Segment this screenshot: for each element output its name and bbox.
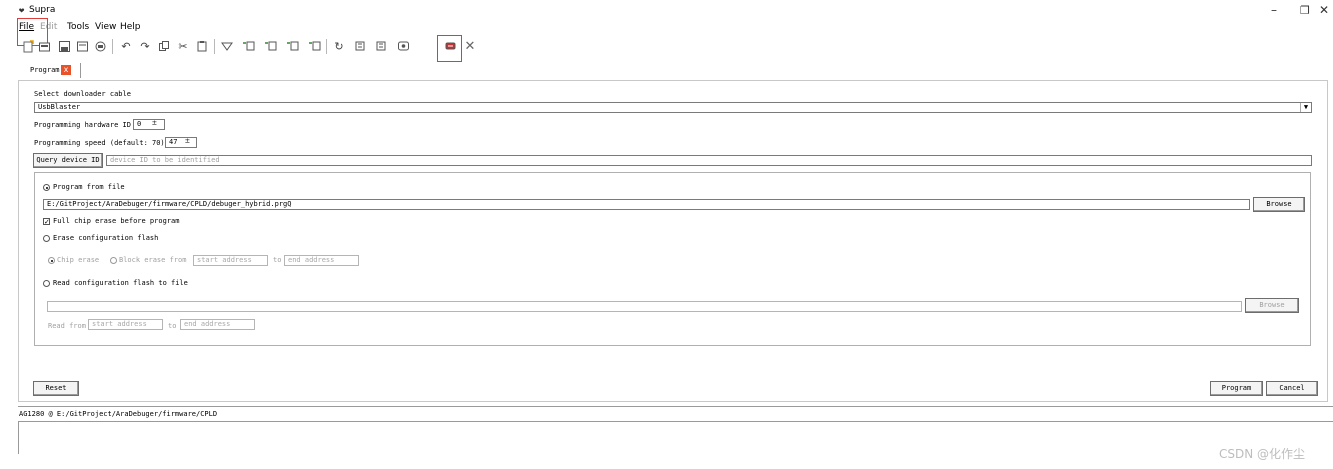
read-flash-path-input[interactable] <box>47 301 1242 312</box>
browse-program-file-button[interactable]: Browse <box>1253 197 1305 212</box>
chip-erase-radio[interactable] <box>48 257 55 264</box>
read-end-address-input[interactable]: end address <box>180 319 255 330</box>
program-from-file-radio[interactable] <box>43 184 50 191</box>
device-id-field[interactable]: device ID to be identified <box>106 155 1312 166</box>
watermark: CSDN @化作尘 <box>1219 447 1306 461</box>
menu-help[interactable]: Help <box>120 22 141 32</box>
erase-end-address-input[interactable]: end address <box>284 255 359 266</box>
window-title: Supra <box>29 5 56 15</box>
hardware-id-value: 0 <box>137 120 142 128</box>
app-logo-icon: ❤ <box>19 6 25 16</box>
read-start-address-input[interactable]: start address <box>88 319 163 330</box>
compile-icon[interactable] <box>219 38 235 54</box>
speed-input[interactable]: 47 <box>165 137 197 148</box>
cable-select[interactable]: UsbBlaster <box>34 102 1312 113</box>
toolbar-separator <box>326 39 327 54</box>
read-end-placeholder: end address <box>184 320 231 328</box>
status-divider <box>18 406 1333 407</box>
block-erase-radio[interactable] <box>110 257 117 264</box>
speed-value: 47 <box>169 138 178 146</box>
program-button[interactable]: Program <box>1210 381 1263 396</box>
toolbar-separator <box>214 39 215 54</box>
close-window-button[interactable]: ✕ <box>1319 3 1329 17</box>
chevron-down-icon[interactable]: ▼ <box>1300 103 1311 112</box>
title-bar <box>0 0 1333 20</box>
erase-start-placeholder: start address <box>197 256 252 264</box>
read-start-placeholder: start address <box>92 320 147 328</box>
build-step-4-icon[interactable] <box>306 38 322 54</box>
minimize-button[interactable]: – <box>1271 3 1277 17</box>
paste-icon[interactable] <box>194 38 210 54</box>
build-step-3-icon[interactable] <box>284 38 300 54</box>
cable-label: Select downloader cable <box>34 90 131 98</box>
refresh-icon[interactable]: ↻ <box>331 38 347 54</box>
full-erase-checkbox[interactable]: ✓ <box>43 218 50 226</box>
device-id-placeholder: device ID to be identified <box>110 156 220 164</box>
report-icon[interactable] <box>395 38 411 54</box>
cut-icon[interactable]: ✂ <box>175 38 191 54</box>
cable-select-value: UsbBlaster <box>38 103 81 111</box>
cancel-button[interactable]: Cancel <box>1266 381 1318 396</box>
tab-program-label: Program <box>30 66 60 74</box>
browse-read-file-button[interactable]: Browse <box>1245 298 1299 313</box>
new-file-icon[interactable] <box>20 38 36 54</box>
menu-view[interactable]: View <box>95 22 116 32</box>
build-step-1-icon[interactable] <box>240 38 256 54</box>
erase-start-address-input[interactable]: start address <box>193 255 268 266</box>
erase-flash-radio[interactable] <box>43 235 50 242</box>
build-step-2-icon[interactable] <box>262 38 278 54</box>
erase-flash-label: Erase configuration flash <box>53 234 159 242</box>
open-icon[interactable] <box>36 38 52 54</box>
hardware-id-stepper-icon[interactable]: ± <box>152 118 157 127</box>
copy-icon[interactable] <box>156 38 172 54</box>
speed-label: Programming speed (default: 70) <box>34 139 165 147</box>
read-from-label: Read from <box>48 322 86 330</box>
query-device-button[interactable]: Query device ID <box>33 153 103 168</box>
chip-erase-label: Chip erase <box>57 256 100 264</box>
redo-icon[interactable]: ↷ <box>137 38 153 54</box>
program-file-path-input[interactable]: E:/GitProject/AraDebuger/firmware/CPLD/d… <box>43 199 1250 210</box>
full-erase-label: Full chip erase before program <box>53 217 180 225</box>
undo-icon[interactable]: ↶ <box>118 38 134 54</box>
erase-to-label: to <box>273 256 282 264</box>
program-from-file-label: Program from file <box>53 183 125 191</box>
save-as-icon[interactable] <box>74 38 90 54</box>
tab-close-icon[interactable]: x <box>61 65 71 75</box>
program-file-path-value: E:/GitProject/AraDebuger/firmware/CPLD/d… <box>47 200 292 208</box>
tab-divider <box>80 63 81 78</box>
stop-icon[interactable]: ✕ <box>462 38 478 54</box>
hardware-id-label: Programming hardware ID <box>34 121 131 129</box>
speed-stepper-icon[interactable]: ± <box>185 136 190 145</box>
chip-icon[interactable] <box>352 38 368 54</box>
erase-end-placeholder: end address <box>288 256 335 264</box>
hardware-id-input[interactable]: 0 <box>133 119 165 130</box>
read-flash-radio[interactable] <box>43 280 50 287</box>
menu-tools[interactable]: Tools <box>67 22 89 32</box>
print-icon[interactable] <box>92 38 108 54</box>
log-output-area[interactable] <box>18 421 1333 454</box>
toolbar-separator <box>112 39 113 54</box>
reset-button[interactable]: Reset <box>33 381 79 396</box>
menu-bar <box>0 20 1333 35</box>
maximize-button[interactable]: ❐ <box>1300 4 1310 17</box>
read-flash-label: Read configuration flash to file <box>53 279 188 287</box>
read-to-label: to <box>168 322 177 330</box>
save-icon[interactable] <box>56 38 72 54</box>
block-erase-label: Block erase from <box>119 256 187 264</box>
status-text: AG1280 @ E:/GitProject/AraDebuger/firmwa… <box>19 410 218 418</box>
program-device-icon[interactable] <box>442 38 458 54</box>
timing-icon[interactable] <box>373 38 389 54</box>
